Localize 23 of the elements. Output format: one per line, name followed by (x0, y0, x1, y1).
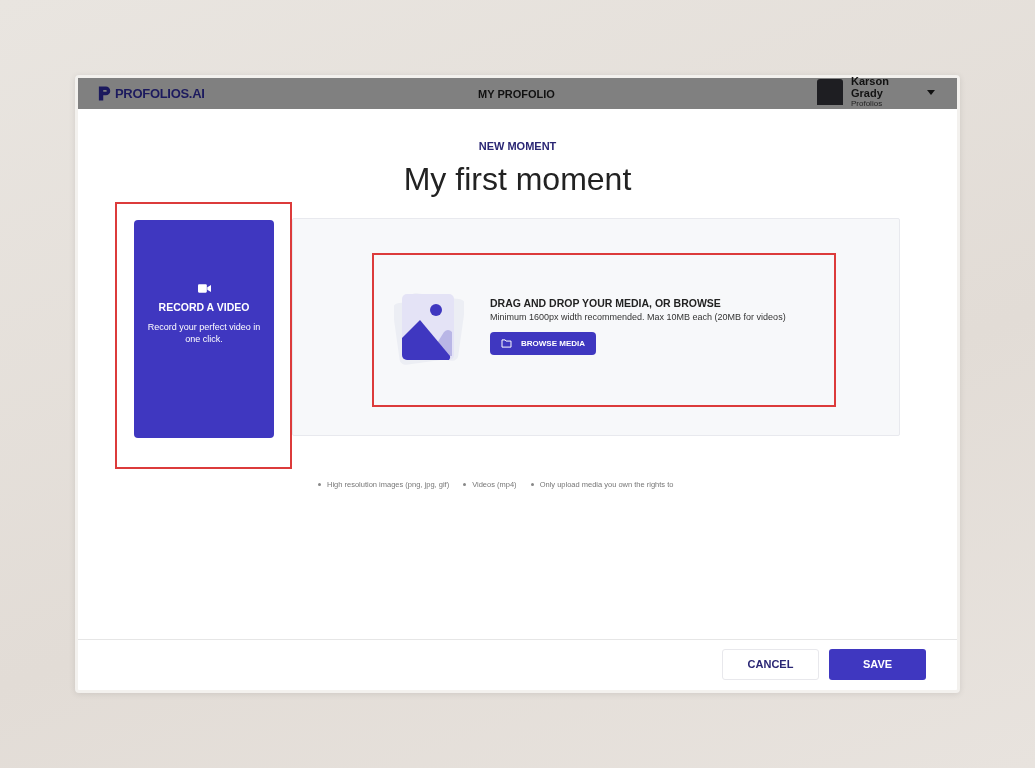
save-button[interactable]: SAVE (829, 648, 926, 680)
browse-media-button[interactable]: BROWSE MEDIA (490, 332, 596, 355)
dropzone-description: Minimum 1600px width recommended. Max 10MB each (20MB for videos) (490, 312, 786, 322)
avatar-photo-placeholder (817, 79, 843, 105)
bullet-icon (463, 483, 467, 486)
image-illustration-icon (394, 292, 464, 368)
folder-icon (501, 339, 512, 348)
page-title: MY PROFOLIO (478, 87, 555, 100)
record-video-description: Record your perfect video in one click. (146, 320, 262, 345)
record-video-title: RECORD A VIDEO (158, 300, 250, 313)
user-name[interactable]: Karson Grady (851, 75, 921, 99)
caret-icon[interactable] (927, 89, 935, 95)
dropzone-title: DRAG AND DROP YOUR MEDIA, OR BROWSE (490, 297, 721, 309)
cancel-button[interactable]: CANCEL (722, 648, 819, 680)
video-camera-icon (197, 283, 211, 293)
bullet-icon (530, 483, 534, 486)
section-label: NEW MOMENT (477, 140, 558, 152)
logo-mark-icon (98, 85, 112, 102)
record-video-card[interactable]: RECORD A VIDEO Record your perfect video in one click. (134, 220, 274, 438)
bullet-icon (318, 483, 321, 486)
moment-title: My first moment (402, 160, 633, 198)
logo-text: PROFOLIOS.AI (115, 86, 205, 101)
user-subtitle: Profolios (851, 99, 884, 109)
